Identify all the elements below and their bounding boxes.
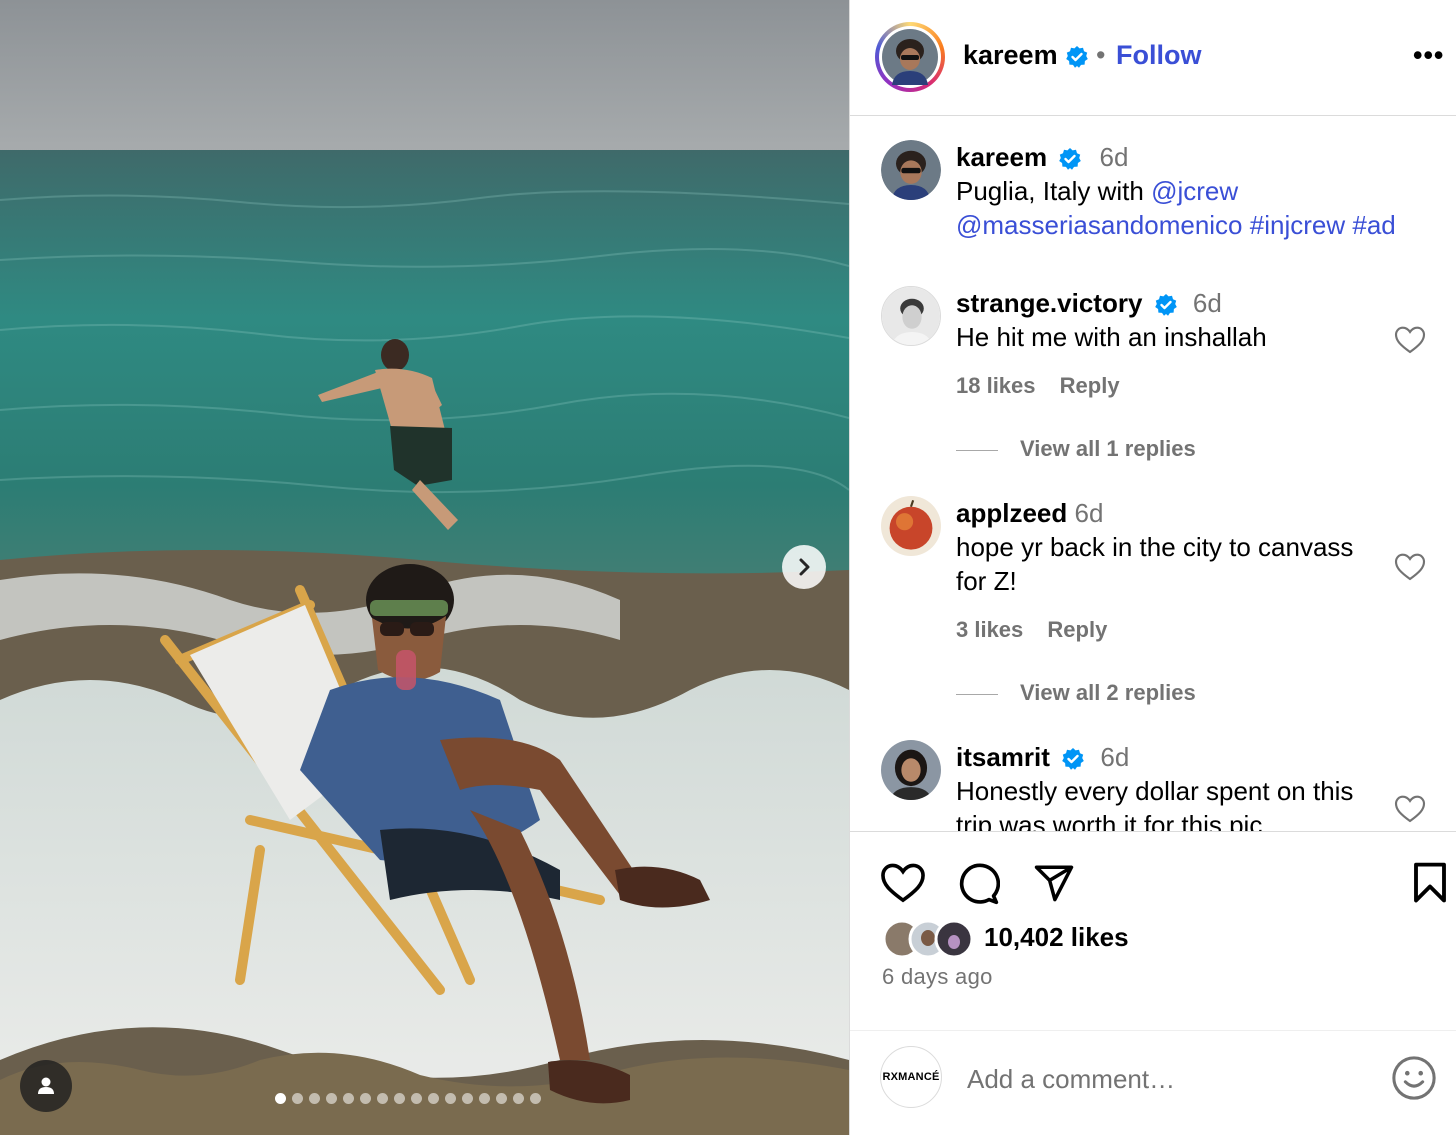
caption-author-avatar[interactable] xyxy=(881,140,941,200)
chevron-right-icon xyxy=(799,558,810,576)
caption-text: Puglia, Italy with xyxy=(956,176,1152,206)
caption-header: kareem 6d xyxy=(956,142,1128,173)
comment-text-line-1: hope yr back in the city to canvass xyxy=(956,532,1354,562)
comment-username[interactable]: strange.victory xyxy=(956,288,1142,318)
add-comment-input[interactable] xyxy=(965,1058,1369,1100)
carousel-dot xyxy=(462,1093,473,1104)
comment-time: 6d xyxy=(1192,288,1222,318)
verified-badge-icon xyxy=(1066,46,1088,68)
comments-list[interactable]: kareem 6d Puglia, Italy with @jcrew @mas… xyxy=(850,116,1456,832)
commenter-avatar-itsamrit[interactable] xyxy=(881,740,941,800)
avatar xyxy=(881,140,941,200)
bookmark-icon[interactable] xyxy=(1412,862,1448,904)
verified-badge-icon xyxy=(1062,748,1084,770)
comment-time: 6d xyxy=(1074,498,1104,528)
heart-icon[interactable] xyxy=(880,862,926,904)
liked-by-avatars[interactable] xyxy=(882,918,978,965)
comment-text: He hit me with an inshallah xyxy=(956,322,1267,352)
carousel-dot xyxy=(377,1093,388,1104)
reply-button[interactable]: Reply xyxy=(1047,617,1107,642)
carousel-dot xyxy=(292,1093,303,1104)
beach-photo-image xyxy=(0,0,849,1135)
author-avatar-ring[interactable] xyxy=(875,22,945,92)
carousel-next-button[interactable] xyxy=(782,545,826,589)
more-options-button[interactable]: ••• xyxy=(1413,40,1444,71)
like-comment-heart-icon[interactable] xyxy=(1394,552,1426,582)
tagged-users-button[interactable] xyxy=(20,1060,72,1112)
comment-text-line-2: for Z! xyxy=(956,566,1017,596)
carousel-indicator xyxy=(275,1093,541,1104)
carousel-dot xyxy=(360,1093,371,1104)
likes-count[interactable]: 10,402 likes xyxy=(984,922,1129,953)
hashtag-link-ad[interactable]: #ad xyxy=(1352,210,1395,240)
current-user-avatar-text: RXMANCÉ xyxy=(882,1071,940,1083)
comment-likes-count[interactable]: 3 likes xyxy=(956,617,1023,642)
verified-badge-icon xyxy=(1059,148,1082,170)
like-comment-heart-icon[interactable] xyxy=(1394,325,1426,355)
mention-link-jcrew[interactable]: @jcrew xyxy=(1151,176,1238,206)
commenter-avatar-applzeed[interactable] xyxy=(881,496,941,556)
carousel-dot xyxy=(394,1093,405,1104)
comment-header: applzeed 6d xyxy=(956,498,1103,529)
hashtag-link-injcrew[interactable]: #injcrew xyxy=(1250,210,1345,240)
current-user-avatar: RXMANCÉ xyxy=(880,1046,942,1108)
user-tag-icon xyxy=(38,1077,54,1094)
follow-button[interactable]: Follow xyxy=(1116,40,1201,71)
carousel-dot xyxy=(309,1093,320,1104)
post-photo[interactable] xyxy=(0,0,849,1135)
carousel-dot xyxy=(479,1093,490,1104)
carousel-dot xyxy=(445,1093,456,1104)
avatar xyxy=(881,740,941,800)
carousel-dot xyxy=(326,1093,337,1104)
carousel-dot xyxy=(530,1093,541,1104)
header-separator-dot: • xyxy=(1096,40,1106,70)
liked-by-avatar-stack xyxy=(882,919,974,959)
comment-meta: 18 likes Reply xyxy=(956,373,1138,399)
author-username[interactable]: kareem xyxy=(963,40,1058,71)
carousel-dot xyxy=(343,1093,354,1104)
caption-text-line-1: Puglia, Italy with @jcrew xyxy=(956,176,1238,207)
comment-username[interactable]: itsamrit xyxy=(956,742,1050,772)
comment-username[interactable]: applzeed xyxy=(956,498,1067,528)
comment-likes-count[interactable]: 18 likes xyxy=(956,373,1036,398)
author-avatar xyxy=(882,29,938,85)
carousel-dot xyxy=(513,1093,524,1104)
view-replies-button[interactable]: View all 1 replies xyxy=(956,436,1196,462)
caption-time: 6d xyxy=(1099,142,1129,172)
avatar xyxy=(882,287,940,345)
carousel-dot xyxy=(496,1093,507,1104)
verified-badge-icon xyxy=(1154,294,1177,316)
emoji-icon[interactable] xyxy=(1391,1055,1437,1101)
like-comment-heart-icon[interactable] xyxy=(1394,794,1426,824)
caption-text-line-2: @masseriasandomenico #injcrew #ad xyxy=(956,210,1396,241)
comment-header: itsamrit 6d xyxy=(956,742,1129,773)
commenter-avatar-strange-victory[interactable] xyxy=(881,286,941,346)
carousel-dot xyxy=(428,1093,439,1104)
comment-text-line-2: trip was worth it for this pic xyxy=(956,810,1263,832)
view-replies-button[interactable]: View all 2 replies xyxy=(956,680,1196,706)
post-time-ago[interactable]: 6 days ago xyxy=(882,964,993,990)
comment-icon[interactable] xyxy=(956,862,1000,906)
carousel-dot xyxy=(411,1093,422,1104)
avatar xyxy=(881,496,941,556)
view-replies-label: View all 1 replies xyxy=(1020,436,1196,461)
comment-text-line-1: Honestly every dollar spent on this xyxy=(956,776,1354,806)
view-replies-label: View all 2 replies xyxy=(1020,680,1196,705)
mention-link-masseria[interactable]: @masseriasandomenico xyxy=(956,210,1243,240)
reply-button[interactable]: Reply xyxy=(1060,373,1120,398)
comment-meta: 3 likes Reply xyxy=(956,617,1125,643)
post-header: kareem • Follow ••• xyxy=(850,0,1456,116)
comment-time: 6d xyxy=(1100,742,1130,772)
post-side-panel: kareem • Follow ••• kareem 6d Puglia, It… xyxy=(849,0,1456,1135)
share-icon[interactable] xyxy=(1032,862,1076,904)
comment-header: strange.victory 6d xyxy=(956,288,1222,319)
carousel-dot xyxy=(275,1093,286,1104)
caption-username[interactable]: kareem xyxy=(956,142,1047,172)
